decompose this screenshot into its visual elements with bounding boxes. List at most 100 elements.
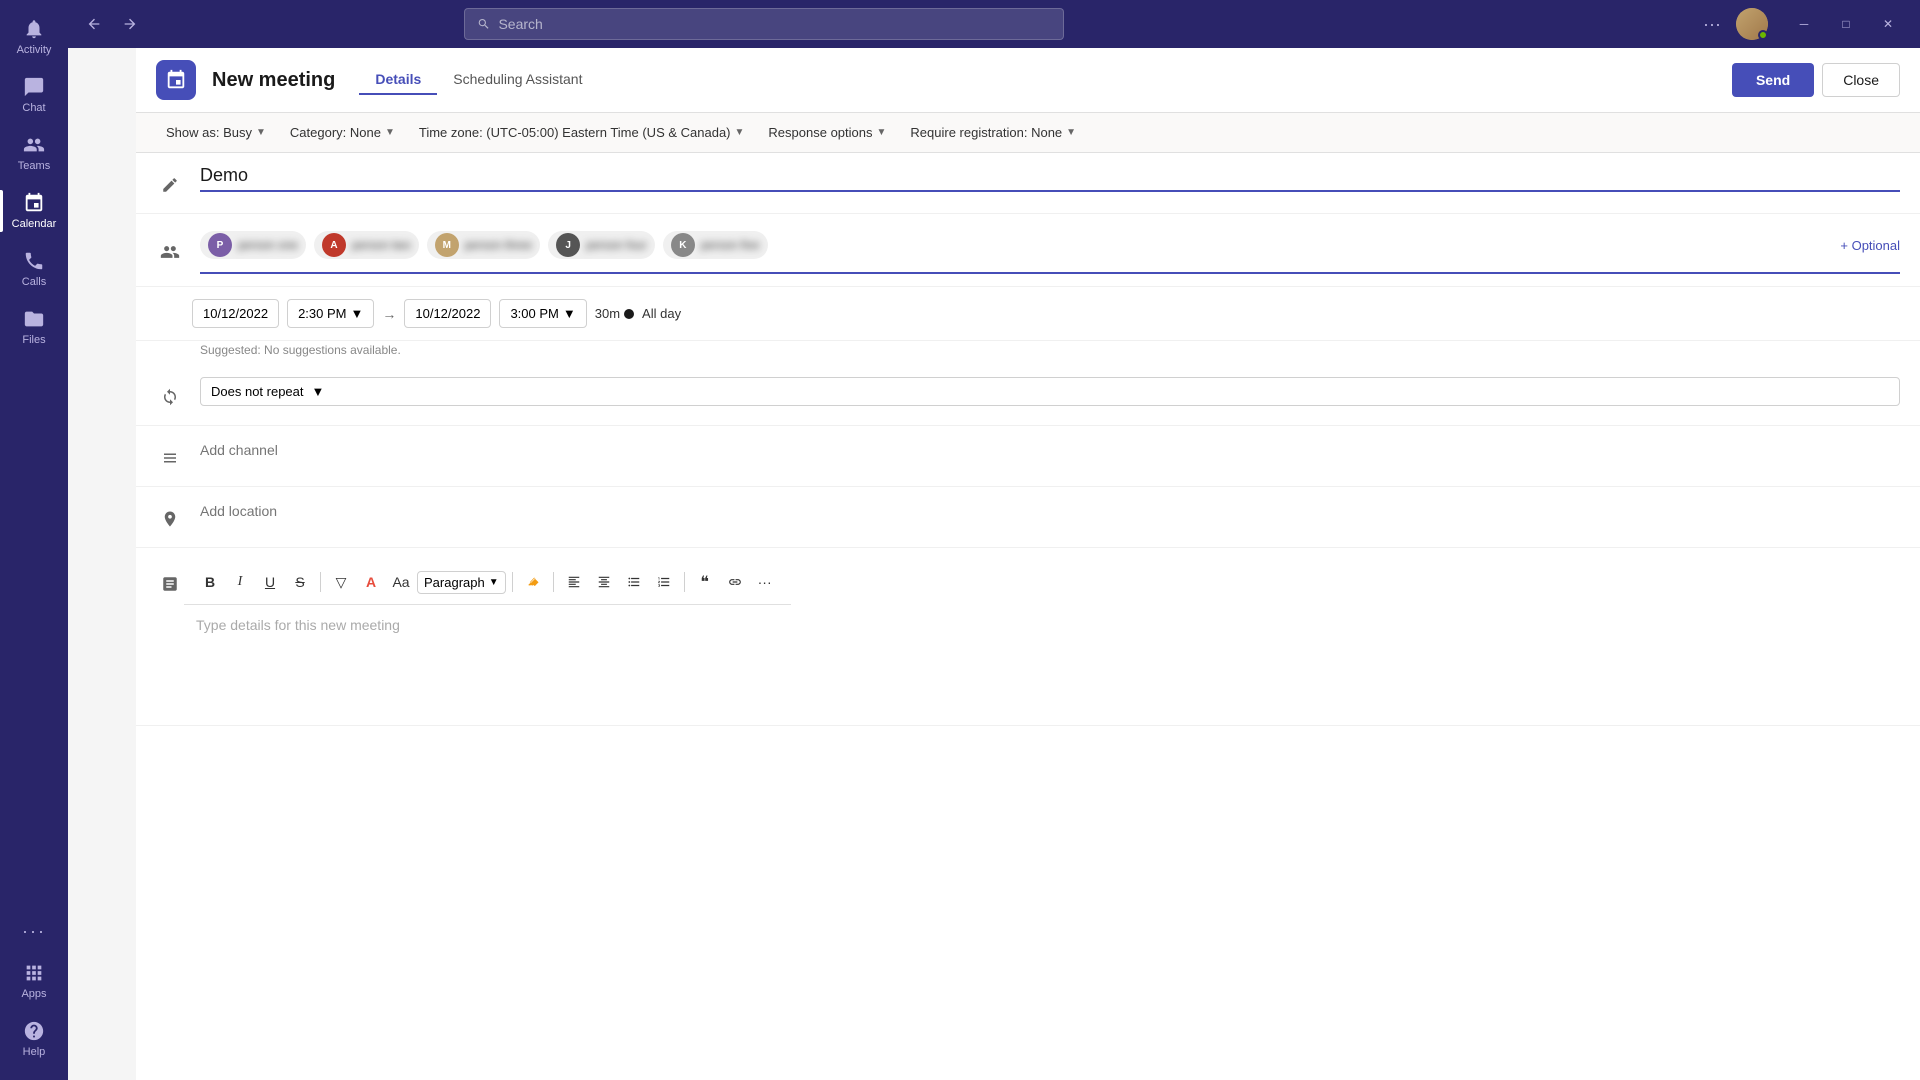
tab-bar: Details Scheduling Assistant	[359, 65, 598, 95]
more-options-button[interactable]: ···	[1696, 8, 1728, 40]
options-bar: Show as: Busy ▼ Category: None ▼ Time zo…	[136, 113, 1920, 153]
italic-button[interactable]: I	[226, 568, 254, 596]
location-icon	[156, 503, 184, 535]
user-status-indicator	[1758, 30, 1768, 40]
paragraph-chevron: ▼	[489, 577, 499, 588]
sidebar-item-calendar[interactable]: Calendar	[0, 182, 68, 240]
align-left-button[interactable]	[560, 568, 588, 596]
sidebar-item-apps[interactable]: Apps	[21, 952, 46, 1010]
align-center-button[interactable]	[590, 568, 618, 596]
bold-button[interactable]: B	[196, 568, 224, 596]
editor-row: B I U S ▽ A Aa Paragraph ▼	[136, 548, 1920, 726]
notes-icon	[156, 568, 184, 600]
numbered-list-button[interactable]	[650, 568, 678, 596]
help-icon	[23, 1020, 45, 1042]
font-color-button[interactable]: A	[357, 568, 385, 596]
sidebar-item-activity[interactable]: Activity	[0, 8, 68, 66]
chat-icon	[23, 76, 45, 98]
link-button[interactable]	[721, 568, 749, 596]
attendee-chip[interactable]: A person two	[314, 231, 419, 259]
toolbar-divider-4	[684, 572, 685, 592]
toolbar-divider-2	[512, 572, 513, 592]
back-button[interactable]	[80, 10, 108, 38]
response-options-button[interactable]: Response options ▼	[758, 121, 896, 144]
people-icon	[156, 236, 184, 268]
repeat-dropdown[interactable]: Does not repeat ▼	[200, 377, 1900, 406]
attendee-chip[interactable]: P person one	[200, 231, 306, 259]
channel-icon	[156, 442, 184, 474]
quote-button[interactable]: ❝	[691, 568, 719, 596]
more-formatting-button[interactable]: ···	[751, 568, 779, 596]
sidebar-item-calls[interactable]: Calls	[0, 240, 68, 298]
allday-label[interactable]: All day	[642, 306, 681, 321]
highlight-button[interactable]	[519, 568, 547, 596]
location-content	[200, 499, 1900, 523]
channel-input[interactable]	[200, 438, 1900, 462]
start-time-input[interactable]: 2:30 PM ▼	[287, 299, 374, 328]
tab-details[interactable]: Details	[359, 65, 437, 95]
attendees-row: P person one A person two M person three…	[136, 214, 1920, 287]
timezone-button[interactable]: Time zone: (UTC-05:00) Eastern Time (US …	[409, 121, 755, 144]
attendee-avatar: M	[435, 233, 459, 257]
category-button[interactable]: Category: None ▼	[280, 121, 405, 144]
attendee-avatar: P	[208, 233, 232, 257]
close-window-button[interactable]: ✕	[1868, 8, 1908, 40]
sidebar-item-teams[interactable]: Teams	[0, 124, 68, 182]
sidebar-item-files[interactable]: Files	[0, 298, 68, 356]
window-controls: ─ □ ✕	[1784, 8, 1908, 40]
topbar-right: ··· ─ □ ✕	[1696, 8, 1908, 40]
require-registration-button[interactable]: Require registration: None ▼	[900, 121, 1086, 144]
pencil-icon	[156, 169, 184, 201]
maximize-button[interactable]: □	[1826, 8, 1866, 40]
repeat-chevron: ▼	[312, 384, 325, 399]
repeat-icon	[156, 381, 184, 413]
location-input[interactable]	[200, 499, 1900, 523]
start-date-input[interactable]: 10/12/2022	[192, 299, 279, 328]
user-avatar-container[interactable]	[1736, 8, 1768, 40]
attendee-name: person five	[701, 238, 760, 252]
repeat-row: Does not repeat ▼	[136, 365, 1920, 426]
strikethrough-button[interactable]: S	[286, 568, 314, 596]
toolbar-divider-3	[553, 572, 554, 592]
topbar: ··· ─ □ ✕	[68, 0, 1920, 48]
send-button[interactable]: Send	[1732, 63, 1814, 97]
search-bar[interactable]	[464, 8, 1064, 40]
show-as-button[interactable]: Show as: Busy ▼	[156, 121, 276, 144]
attendee-avatar: A	[322, 233, 346, 257]
location-row	[136, 487, 1920, 548]
attendee-name: person three	[465, 238, 532, 252]
sidebar-item-more[interactable]: ···	[21, 911, 46, 952]
decrease-indent-button[interactable]: ▽	[327, 568, 355, 596]
attendee-name: person four	[586, 238, 647, 252]
attendee-chip[interactable]: J person four	[548, 231, 655, 259]
attendee-chip[interactable]: K person five	[663, 231, 768, 259]
underline-button[interactable]: U	[256, 568, 284, 596]
timezone-chevron: ▼	[735, 127, 745, 138]
calendar-icon	[23, 192, 45, 214]
minimize-button[interactable]: ─	[1784, 8, 1824, 40]
search-input[interactable]	[498, 16, 1051, 32]
repeat-content: Does not repeat ▼	[200, 377, 1900, 406]
attendee-chip[interactable]: M person three	[427, 231, 540, 259]
font-size-button[interactable]: Aa	[387, 568, 415, 596]
bullets-button[interactable]	[620, 568, 648, 596]
sidebar-item-help[interactable]: Help	[21, 1010, 46, 1068]
attendee-avatar: K	[671, 233, 695, 257]
close-button[interactable]: Close	[1822, 63, 1900, 97]
tab-scheduling[interactable]: Scheduling Assistant	[437, 65, 598, 95]
forward-button[interactable]	[116, 10, 144, 38]
optional-attendees-button[interactable]: + Optional	[1840, 238, 1900, 253]
attendee-name: person one	[238, 238, 298, 252]
editor-content[interactable]: Type details for this new meeting	[184, 605, 791, 725]
suggestions-text: Suggested: No suggestions available.	[136, 341, 1920, 365]
end-time-input[interactable]: 3:00 PM ▼	[499, 299, 586, 328]
title-content	[200, 165, 1900, 192]
paragraph-dropdown[interactable]: Paragraph ▼	[417, 571, 506, 594]
main-content: New meeting Details Scheduling Assistant…	[136, 48, 1920, 1080]
meeting-title-input[interactable]	[200, 165, 1900, 192]
duration-dot	[624, 309, 634, 319]
teams-icon	[23, 134, 45, 156]
end-date-input[interactable]: 10/12/2022	[404, 299, 491, 328]
sidebar-item-chat[interactable]: Chat	[0, 66, 68, 124]
channel-content	[200, 438, 1900, 462]
